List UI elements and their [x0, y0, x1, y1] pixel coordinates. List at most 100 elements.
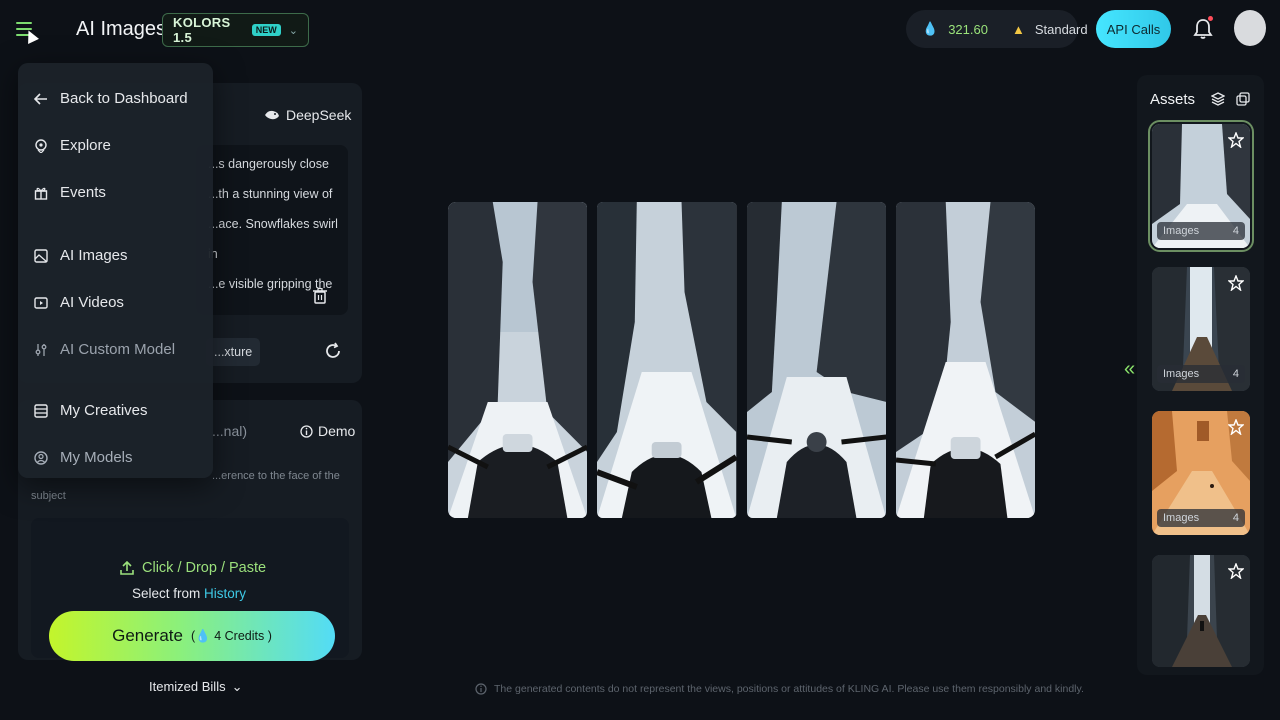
compass-icon	[35, 138, 47, 153]
cost-label: 4 Credits	[214, 628, 265, 643]
nav-item-label: My Creatives	[60, 402, 148, 419]
nav-item-label: AI Custom Model	[60, 341, 176, 358]
disclaimer-text: The generated contents do not represent …	[494, 683, 1084, 695]
star-icon[interactable]	[1228, 419, 1244, 435]
credit-drop-icon: 💧	[922, 21, 939, 36]
trash-icon[interactable]	[313, 288, 327, 304]
info-icon	[475, 683, 487, 695]
thumbnail-type: Images	[1163, 368, 1200, 380]
disclaimer: The generated contents do not represent …	[475, 683, 1084, 695]
upload-icon	[120, 561, 134, 575]
video-icon	[34, 296, 48, 309]
collapse-panel-icon[interactable]: «	[1124, 358, 1135, 381]
credits-value: 321.60	[948, 21, 988, 37]
folder-icon	[34, 403, 48, 418]
generated-image[interactable]	[448, 202, 588, 518]
thumbnail-count: 4	[1232, 512, 1239, 524]
page-title: AI Images	[76, 18, 167, 40]
snow-canyon-motorcycle-image	[895, 202, 1035, 518]
deepseek-button[interactable]: DeepSeek	[264, 107, 351, 123]
image-icon	[34, 248, 48, 263]
nav-item-back-to-dashboard[interactable]: Back to Dashboard	[34, 90, 188, 107]
asset-thumbnail[interactable]	[1152, 555, 1250, 667]
itemized-bills-button[interactable]: Itemized Bills ⌄	[149, 679, 242, 695]
nav-item-ai-custom-model[interactable]: AI Custom Model	[34, 341, 175, 358]
copy-icon[interactable]	[1236, 92, 1250, 106]
texture-chip[interactable]: ...xture	[206, 338, 261, 366]
snow-canyon-motorcycle-image	[597, 202, 737, 518]
nav-item-my-models[interactable]: My Models	[34, 449, 133, 466]
asset-thumbnail[interactable]: Images 4	[1148, 120, 1254, 252]
nav-item-label: AI Images	[60, 247, 128, 264]
credits-pill[interactable]: 💧 321.60 ▲ Standard	[906, 10, 1088, 48]
assets-title: Assets	[1150, 91, 1196, 108]
model-name: KOLORS 1.5	[173, 15, 231, 45]
thumbnail-badge: Images 4	[1157, 509, 1245, 527]
api-calls-button[interactable]: API Calls	[1096, 10, 1171, 48]
prompt-line: ...ace. Snowflakes swirl in	[208, 217, 338, 261]
face-icon	[34, 450, 48, 465]
new-badge: NEW	[251, 24, 281, 36]
snow-canyon-motorcycle-image	[746, 202, 886, 518]
upload-label: Click / Drop / Paste	[142, 560, 267, 576]
arrow-left-icon	[34, 92, 47, 105]
thumbnail-type: Images	[1163, 225, 1200, 237]
star-icon[interactable]	[1228, 275, 1244, 291]
bell-icon[interactable]	[1193, 18, 1213, 40]
whale-icon	[265, 110, 279, 120]
chevron-down-icon: ⌄	[288, 24, 298, 37]
generate-cost: (💧 4 Credits )	[190, 628, 272, 643]
generated-image[interactable]	[746, 202, 886, 518]
nav-item-label: Events	[60, 184, 106, 201]
itemized-label: Itemized Bills	[149, 679, 226, 694]
chevron-down-icon: ⌄	[231, 679, 243, 694]
credit-drop-icon: 💧	[195, 628, 211, 643]
nav-item-label: AI Videos	[60, 294, 124, 311]
nav-item-label: My Models	[60, 449, 133, 466]
generated-image[interactable]	[597, 202, 737, 518]
snow-canyon-motorcycle-image	[448, 202, 588, 518]
star-icon[interactable]	[1228, 132, 1244, 148]
optional-label: ...nal)	[212, 423, 248, 439]
navigation-menu: Back to Dashboard Explore Events AI Imag…	[18, 63, 213, 478]
model-select[interactable]: KOLORS 1.5 NEW ⌄	[162, 13, 309, 47]
asset-thumbnail[interactable]: Images 4	[1152, 267, 1250, 391]
reference-hint: ...erence to the face of the	[212, 470, 340, 482]
info-icon	[300, 424, 313, 438]
thumbnail-badge: Images 4	[1157, 365, 1245, 383]
generated-images	[448, 202, 1035, 518]
demo-label: Demo	[318, 423, 356, 439]
star-icon[interactable]	[1228, 563, 1244, 579]
asset-thumbnail[interactable]: Images 4	[1152, 411, 1250, 535]
generate-button[interactable]: Generate (💧 4 Credits )	[49, 611, 335, 661]
avatar[interactable]	[1234, 10, 1266, 46]
thumbnail-count: 4	[1232, 225, 1239, 237]
gift-icon	[34, 187, 48, 200]
thumbnail-badge: Images 4	[1157, 222, 1245, 240]
upload-button[interactable]: Click / Drop / Paste	[120, 560, 266, 576]
select-from-history: Select from History	[132, 586, 246, 601]
plan-icon: ▲	[1011, 21, 1025, 37]
generate-label: Generate	[112, 626, 183, 645]
notification-dot	[1208, 16, 1213, 21]
thumbnail-count: 4	[1232, 368, 1239, 380]
nav-item-explore[interactable]: Explore	[34, 137, 111, 154]
deepseek-label: DeepSeek	[286, 107, 352, 123]
prompt-line: ...s dangerously close	[208, 157, 329, 171]
nav-item-events[interactable]: Events	[34, 184, 106, 201]
layers-icon[interactable]	[1211, 92, 1225, 106]
nav-item-my-creatives[interactable]: My Creatives	[34, 402, 148, 419]
plan-label: Standard	[1034, 21, 1088, 37]
nav-item-label: Explore	[60, 137, 111, 154]
history-link[interactable]: History	[204, 586, 246, 601]
generated-image[interactable]	[895, 202, 1035, 518]
reference-subject: subject	[31, 490, 66, 502]
demo-button[interactable]: Demo	[300, 423, 355, 439]
refresh-icon[interactable]	[324, 342, 342, 360]
top-bar: AI Images KOLORS 1.5 NEW ⌄ 💧 321.60 ▲ St…	[0, 0, 1280, 60]
nav-item-label: Back to Dashboard	[60, 90, 188, 107]
nav-item-ai-videos[interactable]: AI Videos	[34, 294, 124, 311]
thumbnail-type: Images	[1163, 512, 1200, 524]
nav-item-ai-images[interactable]: AI Images	[34, 247, 128, 264]
select-from-label: Select from	[132, 586, 201, 601]
